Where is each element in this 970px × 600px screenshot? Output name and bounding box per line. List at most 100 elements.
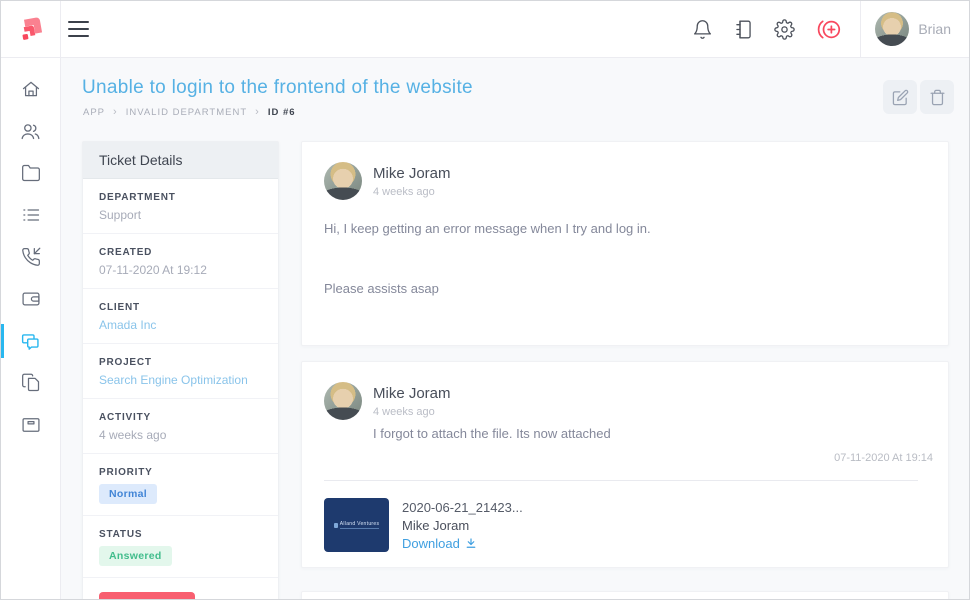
gear-icon[interactable] [774, 19, 795, 40]
user-avatar [875, 12, 909, 46]
attachment: Alland Ventures 2020-06-21_21423... Mike… [324, 498, 523, 552]
trash-icon [929, 89, 946, 106]
edit-ticket-icon-button[interactable] [883, 80, 917, 114]
field-value: Support [99, 208, 262, 222]
author-name: Mike Joram [373, 165, 451, 182]
notebook-icon[interactable] [733, 19, 754, 40]
message-header: Mike Joram 4 weeks ago I forgot to attac… [302, 362, 948, 441]
field-label: CLIENT [99, 302, 262, 313]
breadcrumb-app[interactable]: APP [83, 107, 105, 118]
field-department: DEPARTMENT Support [83, 179, 278, 234]
field-label: PRIORITY [99, 467, 262, 478]
client-link[interactable]: Amada Inc [99, 318, 262, 332]
chevron-right-icon: › [255, 106, 260, 118]
field-label: ACTIVITY [99, 412, 262, 423]
field-label: PROJECT [99, 357, 262, 368]
field-created: CREATED 07-11-2020 At 19:12 [83, 234, 278, 289]
field-value: 07-11-2020 At 19:12 [99, 263, 262, 277]
app-logo[interactable] [1, 1, 61, 57]
app-window: Brian [0, 0, 970, 600]
field-label: STATUS [99, 529, 262, 540]
field-client: CLIENT Amada Inc [83, 289, 278, 344]
user-menu[interactable]: Brian [861, 1, 969, 57]
wallet-icon [21, 289, 41, 309]
field-activity: ACTIVITY 4 weeks ago [83, 399, 278, 454]
documents-icon [21, 373, 41, 393]
home-icon [21, 79, 41, 99]
attachment-thumbnail-logo: Alland Ventures [334, 521, 380, 529]
sidebar-item-tickets[interactable] [1, 320, 60, 362]
attachment-meta: 2020-06-21_21423... Mike Joram Download [402, 498, 523, 552]
sidebar-item-projects[interactable] [1, 152, 60, 194]
page-title: Unable to login to the frontend of the w… [82, 77, 473, 99]
sidebar-item-documents[interactable] [1, 362, 60, 404]
ticket-details-panel: Ticket Details DEPARTMENT Support CREATE… [82, 141, 279, 599]
sidebar-item-billing[interactable] [1, 278, 60, 320]
user-name: Brian [918, 21, 951, 37]
phone-incoming-icon [21, 247, 41, 267]
menu-toggle-button[interactable] [68, 21, 89, 37]
message-card: Mike Joram 4 weeks ago Hi, I keep gettin… [301, 141, 949, 346]
sidebar-nav [1, 58, 61, 599]
sidebar-item-clients[interactable] [1, 110, 60, 152]
delete-ticket-icon-button[interactable] [920, 80, 954, 114]
thumbnail-logo-icon [334, 523, 338, 528]
breadcrumb-department[interactable]: INVALID DEPARTMENT [126, 107, 247, 118]
attachment-uploader: Mike Joram [402, 518, 523, 533]
field-value: 4 weeks ago [99, 428, 262, 442]
author-name: Mike Joram [373, 385, 611, 402]
main-content: Unable to login to the frontend of the w… [61, 58, 969, 599]
archive-icon [21, 415, 41, 435]
attachment-filename: 2020-06-21_21423... [402, 500, 523, 515]
download-icon [465, 537, 477, 550]
edit-pencil-icon [892, 89, 909, 106]
brand-logo-icon [16, 14, 46, 44]
messages-list: Mike Joram 4 weeks ago Hi, I keep gettin… [301, 141, 949, 599]
message-card-partial [301, 591, 949, 599]
download-link[interactable]: Download [402, 536, 523, 551]
author-meta: Mike Joram 4 weeks ago [373, 162, 451, 200]
edit-ticket-button[interactable]: Edit Ticket [99, 592, 195, 599]
attachment-divider [324, 480, 918, 481]
breadcrumb: APP › INVALID DEPARTMENT › ID #6 [83, 106, 296, 118]
breadcrumb-ticket-id: ID #6 [268, 107, 296, 118]
clients-icon [20, 121, 41, 142]
field-status: STATUS Answered [83, 516, 278, 578]
field-label: DEPARTMENT [99, 192, 262, 203]
panel-footer: Edit Ticket [83, 578, 278, 599]
list-icon [21, 205, 41, 225]
field-project: PROJECT Search Engine Optimization [83, 344, 278, 399]
chevron-right-icon: › [113, 106, 118, 118]
author-avatar [324, 162, 362, 200]
priority-badge: Normal [99, 484, 157, 504]
ticket-actions [883, 80, 954, 114]
topbar-actions: Brian [682, 1, 969, 57]
attachment-thumbnail[interactable]: Alland Ventures [324, 498, 389, 552]
author-meta: Mike Joram 4 weeks ago I forgot to attac… [373, 382, 611, 441]
sidebar-item-calls[interactable] [1, 236, 60, 278]
topbar: Brian [1, 1, 969, 58]
author-avatar [324, 382, 362, 420]
folder-icon [21, 163, 41, 183]
message-header: Mike Joram 4 weeks ago [302, 142, 948, 200]
field-label: CREATED [99, 247, 262, 258]
sidebar-item-archive[interactable] [1, 404, 60, 446]
create-new-icon[interactable] [815, 18, 842, 41]
message-text: I forgot to attach the file. Its now att… [373, 426, 611, 441]
message-timestamp: 07-11-2020 At 19:14 [834, 452, 933, 464]
status-badge: Answered [99, 546, 172, 566]
sidebar-item-home[interactable] [1, 68, 60, 110]
message-text: Please assists asap [302, 281, 948, 296]
message-card: Mike Joram 4 weeks ago I forgot to attac… [301, 361, 949, 568]
field-priority: PRIORITY Normal [83, 454, 278, 516]
panel-title: Ticket Details [83, 142, 278, 179]
tickets-chat-icon [20, 331, 41, 352]
message-time: 4 weeks ago [373, 186, 451, 198]
message-text: Hi, I keep getting an error message when… [302, 221, 948, 236]
download-label: Download [402, 536, 460, 551]
bell-icon[interactable] [692, 19, 713, 40]
message-time: 4 weeks ago [373, 406, 611, 418]
thumbnail-label: Alland Ventures [340, 521, 380, 529]
sidebar-item-tasks[interactable] [1, 194, 60, 236]
project-link[interactable]: Search Engine Optimization [99, 373, 262, 387]
